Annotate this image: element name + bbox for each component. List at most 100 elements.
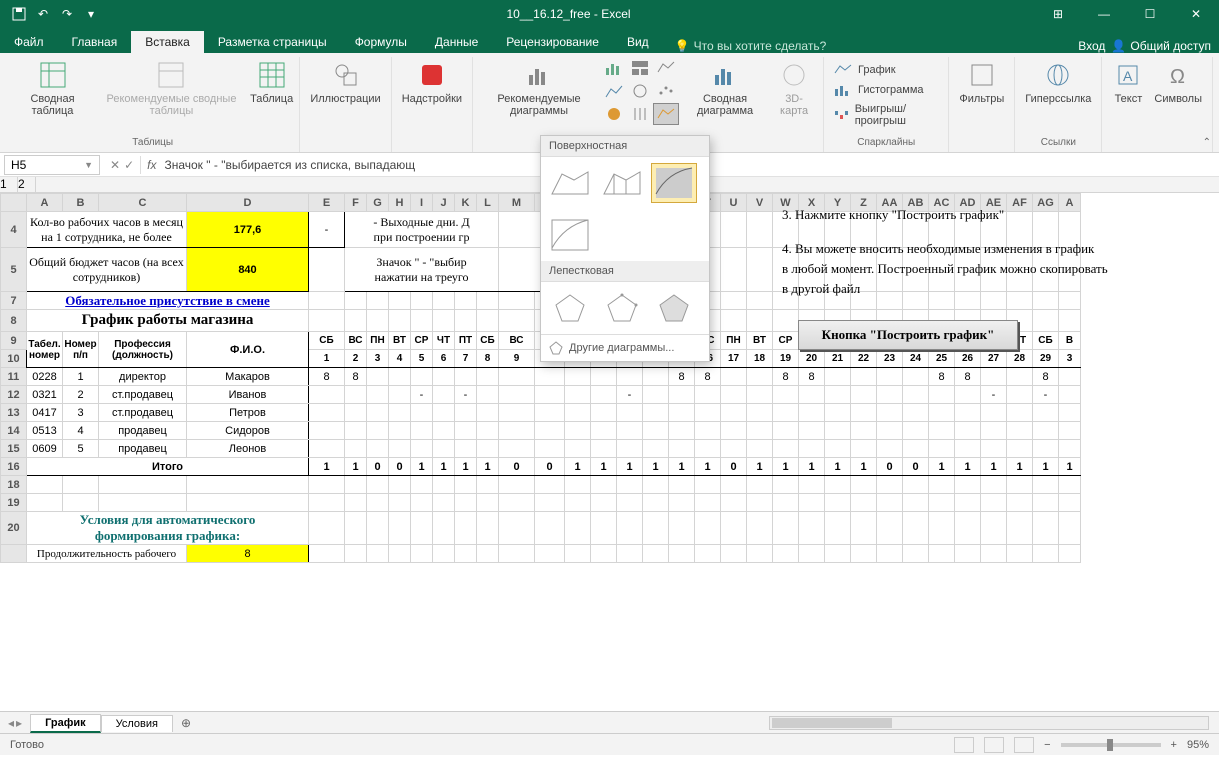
cell-day[interactable] — [499, 368, 535, 386]
cell-H5[interactable]: Значок " - "выбирнажатии на треуго — [345, 248, 499, 292]
cell[interactable] — [643, 494, 669, 512]
zoom-out[interactable]: − — [1044, 739, 1050, 751]
col-head-G[interactable]: G — [367, 194, 389, 212]
col-head-H[interactable]: H — [389, 194, 411, 212]
cell-num-hdr[interactable]: 8 — [477, 350, 499, 368]
cell[interactable] — [565, 512, 591, 545]
cell[interactable] — [1007, 494, 1033, 512]
cell-day[interactable] — [1007, 368, 1033, 386]
cell-day[interactable] — [877, 386, 903, 404]
cell-prof[interactable]: ст.продавец — [99, 404, 187, 422]
cell[interactable] — [389, 545, 411, 563]
cell-total[interactable]: 1 — [851, 458, 877, 476]
cell-day[interactable] — [367, 368, 389, 386]
cell-day[interactable] — [433, 440, 455, 458]
cell[interactable] — [499, 512, 535, 545]
cell-num-hdr[interactable]: 4 — [389, 350, 411, 368]
cell[interactable] — [345, 476, 367, 494]
cell-day[interactable] — [903, 440, 929, 458]
cell-day[interactable] — [499, 386, 535, 404]
tab-insert[interactable]: Вставка — [131, 31, 204, 53]
cell-num-hdr[interactable]: 21 — [825, 350, 851, 368]
accept-formula[interactable]: ✓ — [124, 158, 134, 172]
cell-day[interactable] — [565, 368, 591, 386]
cell-day[interactable]: 8 — [345, 368, 367, 386]
cell-day[interactable] — [477, 404, 499, 422]
cell-day[interactable] — [643, 386, 669, 404]
cell-day[interactable] — [929, 386, 955, 404]
col-head-U[interactable]: U — [721, 194, 747, 212]
cell-total[interactable]: 1 — [433, 458, 455, 476]
cell[interactable] — [455, 476, 477, 494]
cell[interactable] — [721, 212, 747, 248]
cell-day[interactable] — [433, 422, 455, 440]
cell-day[interactable] — [309, 422, 345, 440]
cell[interactable] — [1033, 292, 1059, 310]
strip-1[interactable]: 1 — [0, 177, 18, 192]
cell-day[interactable] — [345, 404, 367, 422]
row-head-11[interactable]: 11 — [1, 368, 27, 386]
cell-B8[interactable]: График работы магазина — [27, 310, 309, 332]
maximize-button[interactable]: ☐ — [1127, 0, 1173, 28]
cell-day[interactable] — [695, 440, 721, 458]
cell-day[interactable] — [981, 368, 1007, 386]
cell[interactable] — [1059, 494, 1081, 512]
cell[interactable] — [499, 545, 535, 563]
cell[interactable] — [773, 545, 799, 563]
cell[interactable] — [345, 310, 367, 332]
col-head-K[interactable]: K — [455, 194, 477, 212]
cell-day[interactable] — [389, 440, 411, 458]
sheet-nav-first[interactable]: ◂ — [8, 716, 14, 730]
3d-map-button[interactable]: 3D- карта — [771, 57, 817, 119]
cell-total[interactable]: 1 — [1059, 458, 1081, 476]
cell[interactable] — [187, 476, 309, 494]
cell-day[interactable] — [389, 422, 411, 440]
cell[interactable] — [433, 292, 455, 310]
cell-day[interactable] — [1059, 404, 1081, 422]
cell-day[interactable] — [825, 440, 851, 458]
cell[interactable] — [877, 476, 903, 494]
cell-num-hdr[interactable]: 18 — [747, 350, 773, 368]
cell-day[interactable] — [455, 368, 477, 386]
share-button[interactable]: 👤 Общий доступ — [1111, 39, 1211, 53]
cell-day[interactable] — [721, 404, 747, 422]
cell-day[interactable]: - — [617, 386, 643, 404]
cell[interactable] — [433, 494, 455, 512]
radar-chart-2[interactable] — [599, 288, 645, 328]
cell-day[interactable] — [477, 386, 499, 404]
cell-fio[interactable]: Сидоров — [187, 422, 309, 440]
cell-day[interactable] — [367, 404, 389, 422]
cell-day[interactable] — [903, 404, 929, 422]
sparkline-winloss[interactable]: Выигрыш/проигрыш — [830, 101, 942, 129]
row-head-12[interactable]: 12 — [1, 386, 27, 404]
cell-day[interactable] — [389, 386, 411, 404]
cell-E4[interactable]: - — [309, 212, 345, 248]
cell-day[interactable] — [981, 422, 1007, 440]
ribbon-display-options[interactable]: ⊞ — [1035, 0, 1081, 28]
cell-fio[interactable]: Иванов — [187, 386, 309, 404]
chart-stat-mini[interactable] — [653, 57, 679, 79]
cell-total[interactable]: 0 — [877, 458, 903, 476]
col-head-E[interactable]: E — [309, 194, 345, 212]
cell-np[interactable]: 1 — [63, 368, 99, 386]
cell-day[interactable] — [433, 368, 455, 386]
cell[interactable] — [433, 512, 455, 545]
cell-day[interactable] — [565, 404, 591, 422]
more-charts[interactable]: Другие диаграммы... — [541, 334, 709, 361]
cell[interactable] — [617, 476, 643, 494]
col-head-M[interactable]: M — [499, 194, 535, 212]
tab-formulas[interactable]: Формулы — [341, 31, 421, 53]
build-chart-button[interactable]: Кнопка "Построить график" — [798, 320, 1018, 350]
cell-day[interactable] — [367, 440, 389, 458]
cell[interactable] — [799, 476, 825, 494]
cell[interactable] — [747, 310, 773, 332]
row-head-8[interactable]: 8 — [1, 310, 27, 332]
cell-day[interactable] — [695, 404, 721, 422]
cell-day[interactable] — [433, 386, 455, 404]
row-head-4[interactable]: 4 — [1, 212, 27, 248]
cell[interactable] — [345, 545, 367, 563]
surface-chart-4[interactable] — [547, 215, 593, 255]
row-head-20[interactable]: 20 — [1, 512, 27, 545]
cell-total[interactable]: 1 — [565, 458, 591, 476]
cell[interactable] — [669, 512, 695, 545]
